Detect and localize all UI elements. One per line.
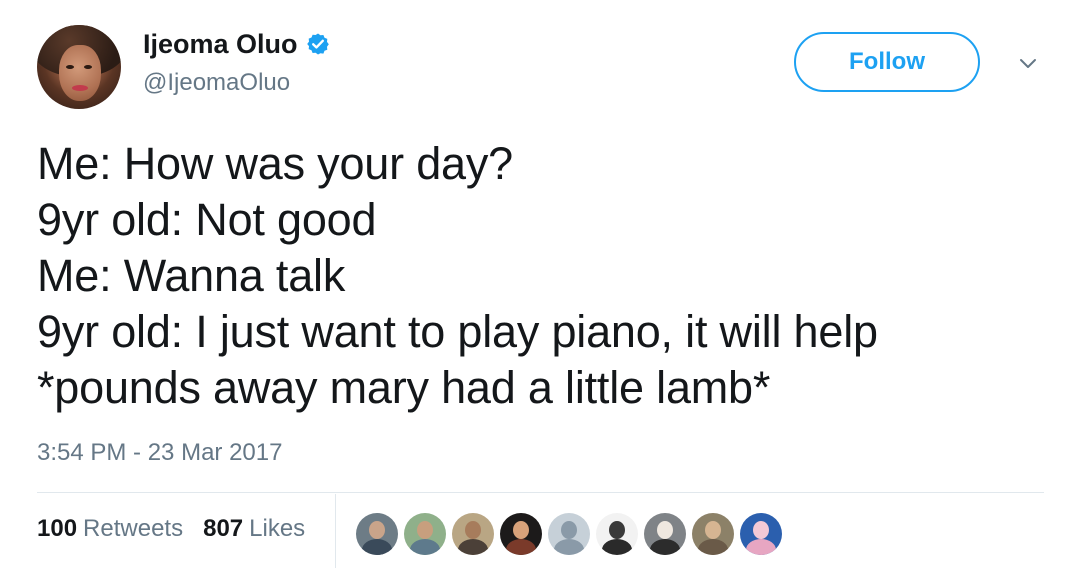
liker-avatar-torso [650,539,680,555]
liker-avatar-head [657,521,673,539]
tweet-line: *pounds away mary had a little lamb* [37,362,771,413]
liker-avatar-head [609,521,625,539]
tweet-text: Me: How was your day? 9yr old: Not good … [37,136,1057,416]
liker-avatar-torso [554,539,584,555]
liker-avatar[interactable] [692,513,734,555]
liker-avatar-torso [602,539,632,555]
liker-avatar[interactable] [404,513,446,555]
liker-avatar[interactable] [356,513,398,555]
retweets-stat[interactable]: 100 Retweets [37,514,183,544]
chevron-down-icon[interactable] [1014,54,1042,74]
avatar-eye-left [66,65,74,69]
avatar-face [59,45,101,101]
author-name-row: Ijeoma Oluo [143,27,330,61]
divider [37,492,1044,493]
retweets-count: 100 [37,515,78,542]
liker-avatar[interactable] [596,513,638,555]
tweet-line: 9yr old: I just want to play piano, it w… [37,306,878,357]
liker-avatar-torso [746,539,776,555]
liker-avatar-torso [698,539,728,555]
liker-avatar-head [753,521,769,539]
author-avatar[interactable] [37,25,121,109]
stats-separator [335,494,336,568]
liker-avatar-head [513,521,529,539]
author-display-name[interactable]: Ijeoma Oluo [143,27,298,61]
author-handle[interactable]: @IjeomaOluo [143,68,290,98]
tweet-timestamp[interactable]: 3:54 PM - 23 Mar 2017 [37,438,282,468]
tweet-line: 9yr old: Not good [37,194,377,245]
avatar-lips [72,85,88,91]
follow-button[interactable]: Follow [794,32,980,92]
tweet-line: Me: How was your day? [37,138,513,189]
tweet-line: Me: Wanna talk [37,250,346,301]
tweet-stats: 100 Retweets 807 Likes [37,514,325,544]
likes-count: 807 [203,515,244,542]
liker-avatar-head [561,521,577,539]
verified-badge-icon [306,32,330,56]
liker-avatar-head [465,521,481,539]
liker-avatar[interactable] [740,513,782,555]
liker-avatar-head [369,521,385,539]
liker-avatar[interactable] [452,513,494,555]
likers-avatar-list [356,513,782,555]
liker-avatar[interactable] [644,513,686,555]
likes-label: Likes [249,515,306,542]
liker-avatar-torso [506,539,536,555]
avatar-eye-right [84,65,92,69]
liker-avatar[interactable] [548,513,590,555]
liker-avatar-torso [362,539,392,555]
liker-avatar-head [417,521,433,539]
liker-avatar[interactable] [500,513,542,555]
retweets-label: Retweets [83,515,184,542]
liker-avatar-torso [410,539,440,555]
likes-stat[interactable]: 807 Likes [203,514,305,544]
liker-avatar-head [705,521,721,539]
liker-avatar-torso [458,539,488,555]
